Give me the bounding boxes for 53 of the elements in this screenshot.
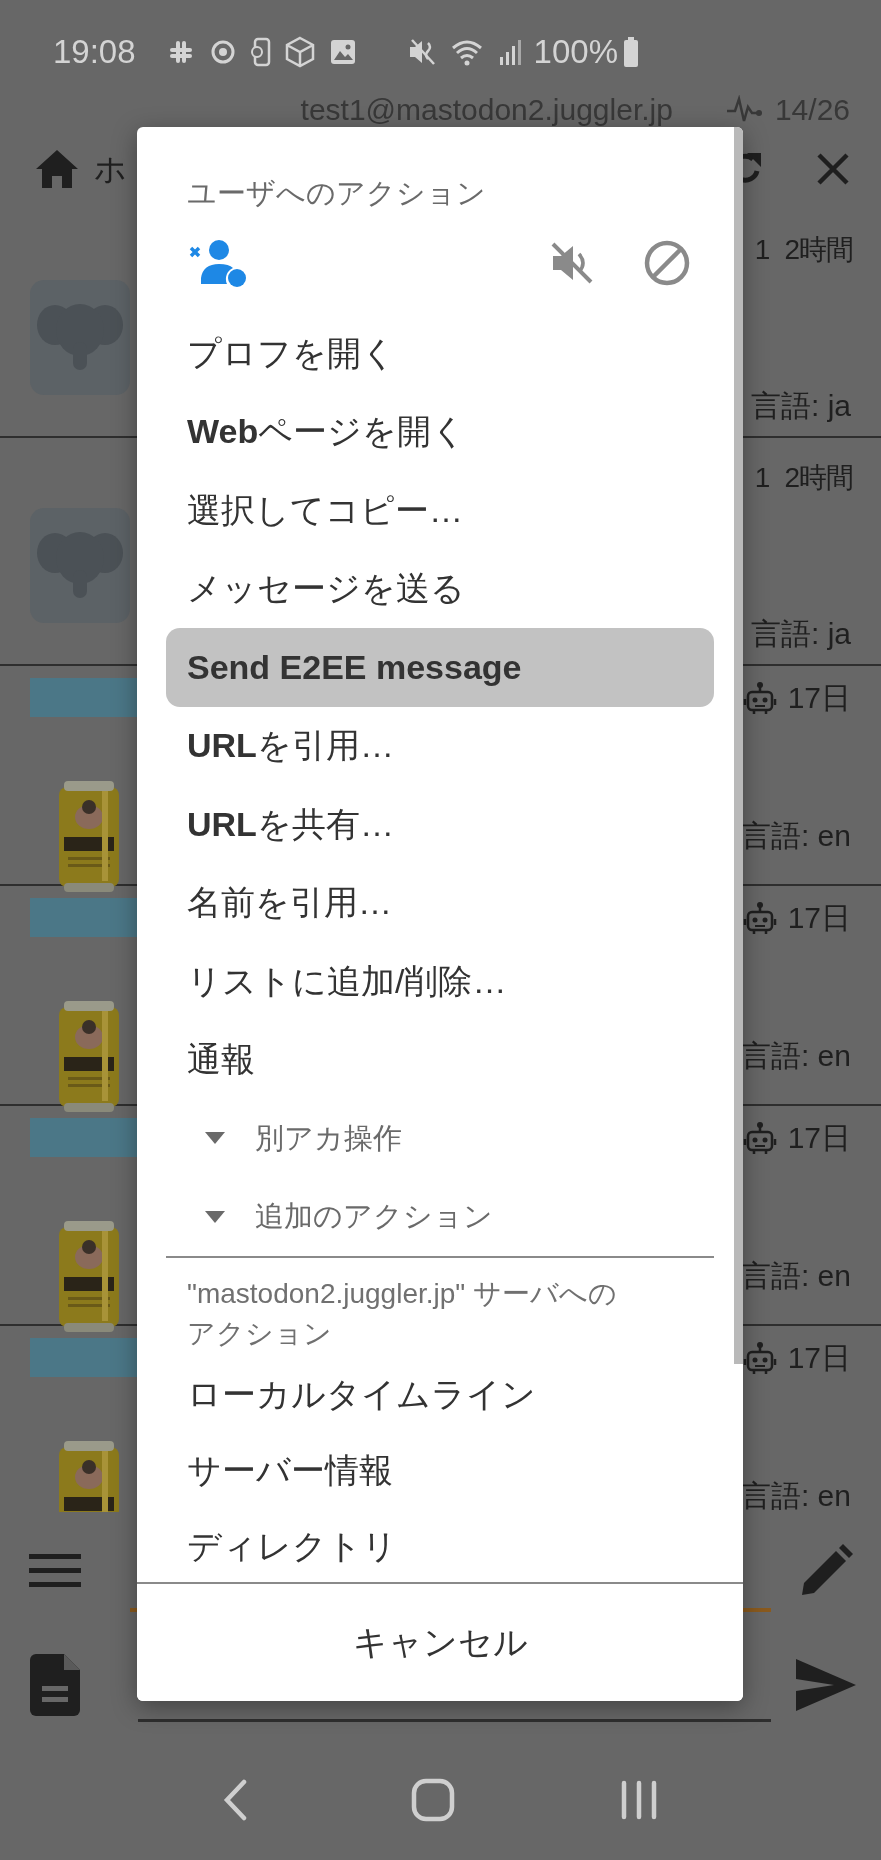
- menu-item[interactable]: ローカルタイムライン: [166, 1356, 714, 1432]
- battery-icon: [622, 36, 640, 68]
- post-language: 言語: en: [740, 1258, 851, 1294]
- post-language: 言語: en: [740, 1478, 851, 1512]
- dialog-title: ユーザへのアクション: [187, 176, 487, 211]
- menu-icon[interactable]: [29, 1552, 81, 1590]
- post-language: 言語: en: [740, 818, 851, 854]
- scrollbar[interactable]: [734, 127, 743, 1364]
- robot-icon: [741, 1340, 778, 1376]
- post-language: 言語: ja: [750, 616, 851, 652]
- send-icon[interactable]: [794, 1657, 858, 1713]
- home-button-icon[interactable]: [411, 1778, 456, 1822]
- signal-icon: [497, 37, 522, 67]
- cube-icon: [283, 36, 316, 68]
- menu-item[interactable]: サーバー情報: [166, 1432, 714, 1508]
- robot-icon: [741, 900, 778, 936]
- menu-item[interactable]: Webページを開く: [166, 392, 714, 471]
- post-time: 2時間: [784, 233, 853, 267]
- block-icon[interactable]: [643, 238, 691, 287]
- menu-item[interactable]: リストに追加/削除…: [166, 942, 714, 1021]
- post-time: 17日: [787, 1120, 851, 1156]
- robot-icon: [741, 680, 778, 716]
- menu-item[interactable]: URLを共有…: [166, 785, 714, 864]
- close-icon[interactable]: [815, 150, 851, 187]
- home-icon[interactable]: [34, 147, 80, 190]
- menu-item[interactable]: メッセージを送る: [166, 549, 714, 628]
- robot-icon: [741, 1120, 778, 1156]
- cancel-button[interactable]: キャンセル: [137, 1584, 743, 1701]
- menu-item[interactable]: 選択してコピー…: [166, 471, 714, 550]
- expander-item[interactable]: 追加のアクション: [166, 1177, 714, 1256]
- post-time: 2時間: [784, 461, 853, 495]
- reply-count: 1: [754, 233, 771, 267]
- remove-user-icon[interactable]: [189, 237, 247, 288]
- battery-level: 100%: [533, 32, 618, 73]
- menu-item[interactable]: ディレクトリ: [166, 1508, 714, 1582]
- post-language: 言語: ja: [750, 388, 851, 424]
- clock-time: 19:08: [53, 32, 136, 73]
- menu-item[interactable]: URLを引用…: [166, 706, 714, 785]
- column-title: ホ: [94, 149, 127, 189]
- expander-item[interactable]: 別アカ操作: [166, 1099, 714, 1178]
- reply-count: 1: [754, 461, 771, 495]
- section-header: "mastodon2.juggler.jp" サーバへのアクション: [187, 1277, 619, 1351]
- post-time: 17日: [787, 900, 851, 936]
- menu-item[interactable]: プロフを開く: [166, 314, 714, 393]
- post-language: 言語: en: [740, 1038, 851, 1074]
- menu-item[interactable]: 名前を引用…: [166, 863, 714, 942]
- back-icon[interactable]: [221, 1779, 248, 1821]
- post-time: 17日: [787, 1340, 851, 1376]
- menu-item[interactable]: Send E2EE message: [166, 628, 714, 707]
- phone-icon: [249, 37, 272, 67]
- menu-item[interactable]: 通報: [166, 1020, 714, 1099]
- document-icon[interactable]: [30, 1654, 80, 1716]
- post-time: 17日: [787, 680, 851, 716]
